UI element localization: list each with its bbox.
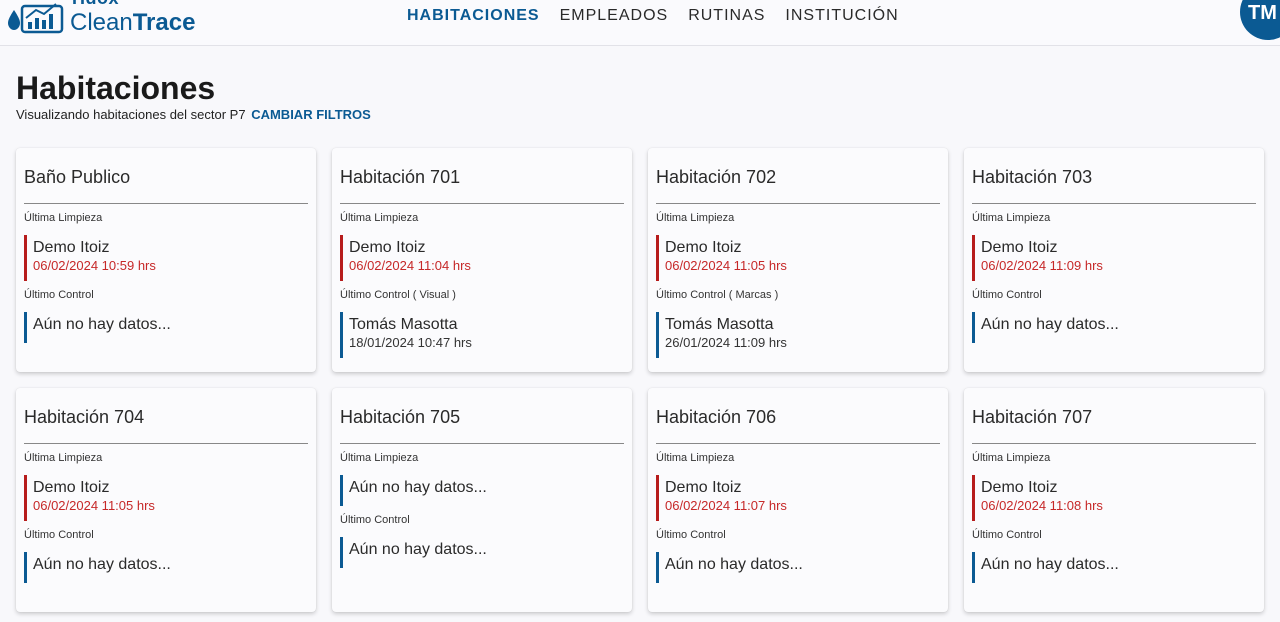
cleaning-name: Demo Itoiz bbox=[981, 479, 1058, 496]
room-card[interactable]: Baño Publico Última Limpieza Demo Itoiz … bbox=[16, 148, 316, 372]
room-card[interactable]: Habitación 701 Última Limpieza Demo Itoi… bbox=[332, 148, 632, 372]
control-entry: Tomás Masotta 18/01/2024 10:47 hrs bbox=[340, 312, 624, 358]
change-filters-link[interactable]: CAMBIAR FILTROS bbox=[251, 107, 371, 122]
cleaning-entry: Demo Itoiz 06/02/2024 10:59 hrs bbox=[24, 235, 308, 281]
room-title: Habitación 701 bbox=[340, 148, 624, 204]
control-name: Aún no hay datos... bbox=[33, 316, 171, 333]
nav-institucion[interactable]: INSTITUCIÓN bbox=[775, 6, 908, 26]
room-title: Habitación 702 bbox=[656, 148, 940, 204]
room-title: Baño Publico bbox=[24, 148, 308, 204]
control-entry: Aún no hay datos... bbox=[340, 537, 624, 568]
cleaning-label: Última Limpieza bbox=[972, 452, 1051, 464]
room-card[interactable]: Habitación 703 Última Limpieza Demo Itoi… bbox=[964, 148, 1264, 372]
cleaning-entry: Demo Itoiz 06/02/2024 11:08 hrs bbox=[972, 475, 1256, 521]
cleaning-date: 06/02/2024 11:07 hrs bbox=[665, 498, 787, 513]
control-label: Último Control bbox=[972, 289, 1042, 301]
subtitle-text: Visualizando habitaciones del sector P7 bbox=[16, 107, 246, 122]
room-card[interactable]: Habitación 705 Última Limpieza Aún no ha… bbox=[332, 388, 632, 612]
cleaning-name: Demo Itoiz bbox=[981, 239, 1058, 256]
room-title: Habitación 703 bbox=[972, 148, 1256, 204]
control-name: Aún no hay datos... bbox=[981, 316, 1119, 333]
cleaning-label: Última Limpieza bbox=[24, 452, 103, 464]
main-nav: HABITACIONES EMPLEADOS RUTINAS INSTITUCI… bbox=[397, 6, 909, 26]
cleaning-name: Demo Itoiz bbox=[665, 239, 742, 256]
cleaning-label: Última Limpieza bbox=[656, 452, 735, 464]
room-title: Habitación 707 bbox=[972, 388, 1256, 444]
cleaning-date: 06/02/2024 11:05 hrs bbox=[665, 258, 787, 273]
control-label: Último Control ( Visual ) bbox=[340, 289, 456, 301]
logo-icon bbox=[8, 3, 64, 34]
cleaning-label: Última Limpieza bbox=[340, 212, 419, 224]
control-entry: Aún no hay datos... bbox=[24, 552, 308, 583]
top-bar: Hdox CleanTrace HABITACIONES EMPLEADOS R… bbox=[0, 0, 1280, 46]
control-date: 18/01/2024 10:47 hrs bbox=[349, 335, 472, 350]
cleaning-label: Última Limpieza bbox=[340, 452, 419, 464]
control-name: Aún no hay datos... bbox=[349, 541, 487, 558]
control-entry: Aún no hay datos... bbox=[24, 312, 308, 343]
cleaning-label: Última Limpieza bbox=[24, 212, 103, 224]
cleaning-name: Demo Itoiz bbox=[33, 479, 110, 496]
nav-rutinas[interactable]: RUTINAS bbox=[678, 6, 775, 26]
cleaning-date: 06/02/2024 11:08 hrs bbox=[981, 498, 1103, 513]
brand-name-light: Clean bbox=[70, 9, 133, 36]
control-entry: Tomás Masotta 26/01/2024 11:09 hrs bbox=[656, 312, 940, 358]
control-name: Aún no hay datos... bbox=[981, 556, 1119, 573]
cleaning-label: Última Limpieza bbox=[656, 212, 735, 224]
control-name: Aún no hay datos... bbox=[665, 556, 803, 573]
control-label: Último Control bbox=[24, 529, 94, 541]
room-title: Habitación 704 bbox=[24, 388, 308, 444]
brand-top: Hdox bbox=[72, 0, 119, 9]
cleaning-entry: Demo Itoiz 06/02/2024 11:05 hrs bbox=[656, 235, 940, 281]
cleaning-entry: Demo Itoiz 06/02/2024 11:05 hrs bbox=[24, 475, 308, 521]
control-entry: Aún no hay datos... bbox=[972, 552, 1256, 583]
room-card[interactable]: Habitación 706 Última Limpieza Demo Itoi… bbox=[648, 388, 948, 612]
cleaning-name: Demo Itoiz bbox=[665, 479, 742, 496]
cleaning-date: 06/02/2024 11:05 hrs bbox=[33, 498, 155, 513]
room-card[interactable]: Habitación 707 Última Limpieza Demo Itoi… bbox=[964, 388, 1264, 612]
control-name: Tomás Masotta bbox=[665, 316, 774, 333]
cleaning-entry: Demo Itoiz 06/02/2024 11:07 hrs bbox=[656, 475, 940, 521]
control-entry: Aún no hay datos... bbox=[656, 552, 940, 583]
cleaning-entry: Demo Itoiz 06/02/2024 11:09 hrs bbox=[972, 235, 1256, 281]
control-name: Tomás Masotta bbox=[349, 316, 458, 333]
control-label: Último Control bbox=[656, 529, 726, 541]
user-initials: TM bbox=[1248, 2, 1277, 24]
control-date: 26/01/2024 11:09 hrs bbox=[665, 335, 787, 350]
room-cards-grid: Baño Publico Última Limpieza Demo Itoiz … bbox=[16, 148, 1264, 612]
control-label: Último Control ( Marcas ) bbox=[656, 289, 779, 301]
page-title: Habitaciones bbox=[16, 70, 216, 106]
cleaning-label: Última Limpieza bbox=[972, 212, 1051, 224]
cleaning-date: 06/02/2024 10:59 hrs bbox=[33, 258, 156, 273]
room-title: Habitación 706 bbox=[656, 388, 940, 444]
cleaning-name: Demo Itoiz bbox=[349, 239, 426, 256]
brand-name-bold: Trace bbox=[132, 9, 196, 36]
nav-habitaciones[interactable]: HABITACIONES bbox=[397, 6, 550, 26]
cleaning-date: 06/02/2024 11:04 hrs bbox=[349, 258, 471, 273]
room-card[interactable]: Habitación 702 Última Limpieza Demo Itoi… bbox=[648, 148, 948, 372]
room-title: Habitación 705 bbox=[340, 388, 624, 444]
page-subtitle: Visualizando habitaciones del sector P7 … bbox=[16, 107, 371, 122]
nav-empleados[interactable]: EMPLEADOS bbox=[550, 6, 679, 26]
cleaning-name: Demo Itoiz bbox=[33, 239, 110, 256]
control-label: Último Control bbox=[340, 514, 410, 526]
control-entry: Aún no hay datos... bbox=[972, 312, 1256, 343]
control-label: Último Control bbox=[972, 529, 1042, 541]
control-name: Aún no hay datos... bbox=[33, 556, 171, 573]
cleaning-entry: Aún no hay datos... bbox=[340, 475, 624, 506]
brand-name: CleanTrace bbox=[70, 9, 195, 37]
cleantrace-logo[interactable]: Hdox CleanTrace bbox=[6, 0, 216, 42]
cleaning-date: 06/02/2024 11:09 hrs bbox=[981, 258, 1103, 273]
cleaning-name: Aún no hay datos... bbox=[349, 479, 487, 496]
room-card[interactable]: Habitación 704 Última Limpieza Demo Itoi… bbox=[16, 388, 316, 612]
cleaning-entry: Demo Itoiz 06/02/2024 11:04 hrs bbox=[340, 235, 624, 281]
user-avatar[interactable]: TM bbox=[1240, 0, 1280, 40]
control-label: Último Control bbox=[24, 289, 94, 301]
